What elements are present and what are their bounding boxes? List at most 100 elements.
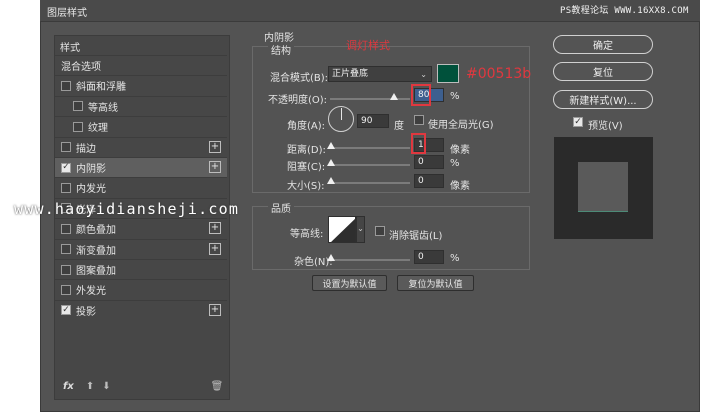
blend-mode-label: 混合模式(B): (270, 73, 329, 84)
set-default-button[interactable]: 设置为默认值 (312, 275, 387, 291)
annotation-text: 调灯样式 (346, 39, 390, 52)
noise-slider-track[interactable] (330, 259, 410, 261)
style-item-label: 斜面和浮雕 (76, 82, 126, 94)
size-slider-track[interactable] (330, 182, 410, 184)
style-item-label: 颜色叠加 (76, 225, 116, 237)
angle-unit: 度 (394, 121, 404, 132)
style-item-checkbox[interactable]: ✓ (61, 162, 71, 173)
style-item[interactable]: 混合选项 (55, 55, 227, 75)
distance-slider-thumb[interactable] (327, 142, 335, 149)
watermark-url: www.haoyidiansheji.com (14, 200, 240, 218)
opacity-slider-track[interactable] (330, 98, 410, 100)
opacity-label: 不透明度(O): (268, 95, 328, 106)
opacity-unit: % (450, 91, 460, 102)
size-slider-thumb[interactable] (327, 177, 335, 184)
noise-slider-thumb[interactable] (327, 254, 335, 261)
style-item-checkbox[interactable] (61, 223, 71, 234)
add-style-plus-icon[interactable]: + (209, 303, 221, 316)
distance-unit: 像素 (450, 145, 470, 156)
reset-button[interactable]: 复位 (553, 62, 653, 81)
trash-icon[interactable]: 🗑 (211, 381, 224, 392)
style-item-label: 等高线 (88, 102, 118, 114)
style-item[interactable]: 外发光 (55, 279, 227, 299)
style-item-checkbox[interactable] (61, 284, 71, 295)
style-item-checkbox[interactable] (61, 264, 71, 275)
angle-label: 角度(A): (287, 121, 326, 132)
move-up-icon[interactable]: ⬆ (86, 381, 94, 392)
style-item[interactable]: 内发光 (55, 177, 227, 197)
style-item[interactable]: ✓ 内阴影 + (55, 157, 227, 177)
angle-dial[interactable] (328, 106, 354, 132)
preview-checkbox[interactable]: ✓ (573, 117, 583, 127)
style-item-label: 渐变叠加 (76, 245, 116, 257)
choke-slider-thumb[interactable] (327, 159, 335, 166)
fx-icon[interactable]: fx (63, 381, 74, 392)
style-item-checkbox[interactable] (61, 80, 71, 91)
noise-input[interactable]: 0 (414, 250, 444, 264)
style-item[interactable]: 斜面和浮雕 (55, 75, 227, 95)
distance-slider-track[interactable] (330, 147, 410, 149)
styles-header[interactable]: 样式 (60, 39, 80, 54)
reset-default-button[interactable]: 复位为默认值 (397, 275, 474, 291)
contour-preview[interactable] (328, 216, 356, 243)
contour-curve-icon (331, 218, 355, 242)
style-item[interactable]: 描边 + (55, 136, 227, 157)
antialias-checkbox[interactable] (375, 226, 385, 236)
opacity-slider-thumb[interactable] (390, 93, 398, 100)
chevron-down-icon: ⌄ (420, 70, 427, 79)
opacity-highlight-box (411, 84, 431, 106)
style-item-label: 外发光 (76, 286, 106, 298)
style-item[interactable]: 图案叠加 (55, 259, 227, 279)
style-item-checkbox[interactable]: ✓ (61, 305, 71, 316)
style-item[interactable]: 纹理 (55, 116, 227, 136)
contour-label: 等高线: (290, 229, 324, 240)
global-light-checkbox[interactable] (414, 115, 424, 125)
style-item-label: 内阴影 (76, 164, 106, 175)
shadow-color-swatch[interactable] (437, 64, 459, 83)
style-item-checkbox[interactable] (61, 182, 71, 193)
style-item-label: 投影 (76, 306, 96, 318)
style-item-checkbox[interactable] (73, 101, 83, 112)
preview-label: 预览(V) (588, 121, 623, 132)
style-item[interactable]: 颜色叠加 + (55, 218, 227, 238)
style-item[interactable]: 等高线 (55, 95, 227, 116)
noise-unit: % (450, 253, 460, 264)
style-item-label: 内发光 (76, 184, 106, 196)
style-item[interactable]: 渐变叠加 + (55, 238, 227, 259)
style-item-checkbox[interactable] (73, 121, 83, 132)
preview-thumbnail (554, 137, 653, 239)
new-style-button[interactable]: 新建样式(W)... (553, 90, 653, 109)
distance-label: 距离(D): (287, 145, 326, 156)
preview-swatch (578, 162, 628, 212)
ok-button[interactable]: 确定 (553, 35, 653, 54)
size-unit: 像素 (450, 181, 470, 192)
left-panel-footer: fx ⬆ ⬇ 🗑 (55, 376, 227, 396)
choke-slider-track[interactable] (330, 164, 410, 166)
choke-unit: % (450, 158, 460, 169)
distance-highlight-box (411, 133, 426, 154)
angle-input[interactable]: 90 (357, 114, 389, 128)
style-item[interactable]: ✓ 投影 + (55, 299, 227, 320)
add-style-plus-icon[interactable]: + (209, 242, 221, 255)
add-style-plus-icon[interactable]: + (209, 140, 221, 153)
style-item-label: 纹理 (88, 123, 108, 135)
add-style-plus-icon[interactable]: + (209, 222, 221, 235)
style-item-label: 图案叠加 (76, 266, 116, 277)
blend-mode-select[interactable]: 正片叠底 ⌄ (328, 66, 432, 82)
blend-mode-value: 正片叠底 (332, 69, 369, 79)
structure-title: 结构 (268, 42, 294, 57)
choke-label: 阻塞(C): (287, 162, 326, 173)
antialias-label: 消除锯齿(L) (389, 231, 443, 242)
style-item-label: 描边 (76, 143, 96, 155)
add-style-plus-icon[interactable]: + (209, 161, 221, 173)
style-item-checkbox[interactable] (61, 142, 71, 153)
move-down-icon[interactable]: ⬇ (102, 381, 110, 392)
window-title: 图层样式 (47, 8, 87, 19)
size-input[interactable]: 0 (414, 174, 444, 188)
contour-dropdown-chevron-icon[interactable]: ⌄ (356, 216, 365, 243)
global-light-label: 使用全局光(G) (428, 120, 494, 131)
watermark-top: PS教程论坛 WWW.16XX8.COM (560, 6, 689, 16)
angle-dial-needle (341, 108, 342, 120)
choke-input[interactable]: 0 (414, 155, 444, 169)
style-item-checkbox[interactable] (61, 244, 71, 255)
